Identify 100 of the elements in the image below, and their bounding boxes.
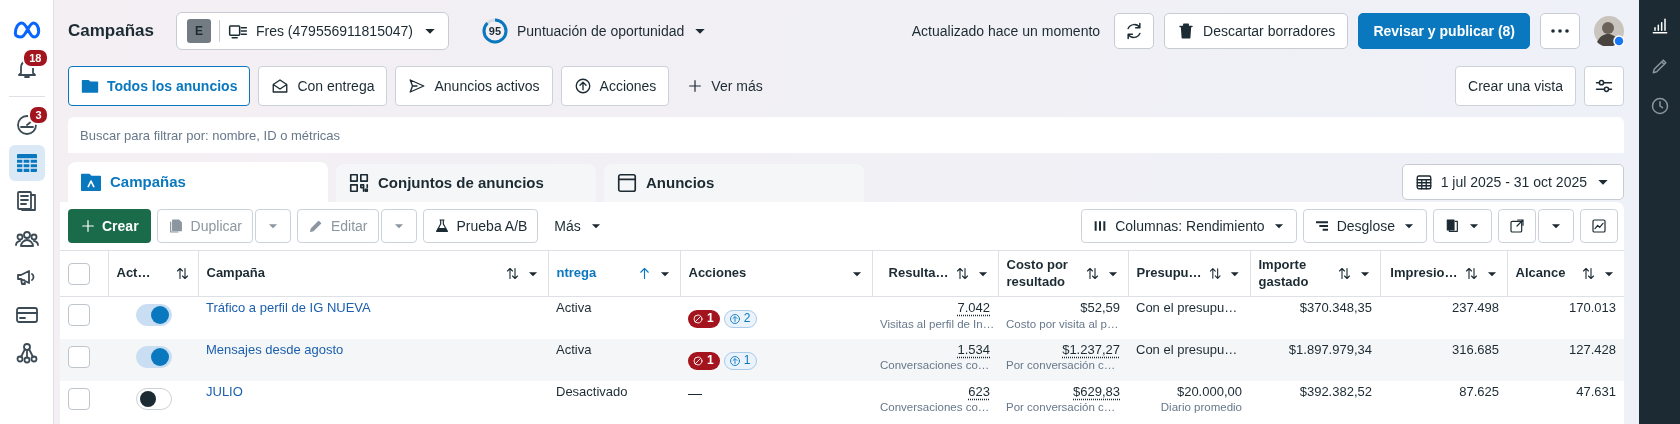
delivery-status: Activa [556,300,592,315]
sort-icon[interactable] [1580,266,1596,281]
breakdown-button[interactable]: Desglose [1302,209,1427,243]
breakdown-icon [1313,218,1330,234]
more-button[interactable] [1540,13,1580,49]
plus-icon [687,78,704,94]
metric-value: $629,83 [1072,383,1120,401]
error-badge[interactable]: 1 [688,351,720,370]
folder-icon [80,171,102,193]
level-tab[interactable]: Campañas [68,162,328,202]
line-chart-icon [1591,218,1607,234]
create-button[interactable]: Crear [68,209,151,243]
upload-icon [728,354,741,367]
grid-icon [348,172,370,194]
amount-spent: $1.897.979,34 [1287,341,1372,359]
charts-button[interactable] [1580,209,1618,243]
score-label[interactable]: Puntuación de oportunidad [517,20,685,42]
report-icon [1444,218,1460,234]
level-tab[interactable]: Anuncios [604,164,864,202]
metric-value: 623 [967,383,990,401]
select-all-checkbox[interactable] [68,262,90,285]
sort-icon[interactable] [1336,266,1352,281]
search-field[interactable]: Buscar para filtrar por: nombre, ID o métricas [68,117,1624,153]
columns-button[interactable]: Columnas: Rendimiento [1081,209,1297,243]
empty-value-text: — [688,383,702,402]
ab-test-button[interactable]: Prueba A/B [422,209,539,243]
row-checkbox[interactable] [68,304,90,326]
amount-spent: $370.348,35 [1298,300,1372,317]
column-title: Alcance [1515,265,1567,282]
envelope-icon [271,77,290,95]
recommendation-count: 2 [743,311,751,327]
settings-button[interactable] [1584,66,1624,106]
refresh-button[interactable] [1114,13,1155,49]
metric-label: Por conversación c… [1006,358,1117,374]
filter-button[interactable]: Acciones [560,66,670,106]
flask-icon [433,218,450,234]
error-count: 1 [707,311,714,327]
metric-value: $52,59 [1079,300,1120,317]
column-title: Costo por resultado [1006,257,1069,290]
campaign-link[interactable]: JULIO [206,383,243,399]
filter-button[interactable]: Todos los anuncios [68,66,251,106]
more-icon [1551,29,1569,33]
sidebar-item[interactable] [8,145,45,181]
account-name: Fres (479556911815047) [256,21,414,41]
notification-badge: 18 [22,48,49,68]
row-checkbox[interactable] [68,387,90,410]
account-initial: E [187,19,211,43]
campaign-link[interactable]: Mensajes desde agosto [206,341,344,357]
reach-value: 170.013 [1568,300,1616,317]
metric-label: Conversaciones co… [880,400,990,416]
sort-icon[interactable] [174,266,190,281]
error-badge[interactable]: 1 [688,310,720,328]
column-title: Presupu… [1136,265,1202,282]
trash-icon [1177,22,1196,40]
budget-amount: $20.000,00 [1175,383,1242,401]
metric-value: $1.237,27 [1061,341,1120,359]
avatar[interactable] [1594,16,1624,46]
sort-icon[interactable] [1207,266,1222,281]
impressions-value: 87.625 [1458,383,1499,401]
see-more-button[interactable]: Ver más [677,75,773,97]
network-icon [14,341,39,365]
upload-icon [573,77,592,95]
discard-drafts-button[interactable]: Descartar borradores [1164,13,1349,49]
date-range-picker[interactable]: 1 jul 2025 - 31 oct 2025 [1401,164,1624,200]
publish-button[interactable]: Revisar y publicar (8) [1358,13,1530,49]
metric-label: Conversaciones co… [880,358,990,374]
update-status: Actualizado hace un momento [911,21,1101,41]
campaign-link[interactable]: Tráfico a perfil de IG NUEVA [206,300,371,315]
filter-button[interactable]: Con entrega [258,66,388,106]
impressions-value: 316.685 [1451,341,1499,359]
score-ring-icon [481,17,509,45]
toggle-switch[interactable] [136,387,172,410]
account-selector[interactable]: E Fres (479556911815047) [176,12,449,50]
export-icon [1509,218,1525,234]
documents-icon [14,189,39,213]
upload-icon [728,313,741,325]
table-icon [14,151,39,175]
export-button[interactable] [1498,209,1536,243]
reach-value: 127.428 [1568,341,1616,359]
folder-icon [81,77,99,95]
sort-icon[interactable] [1084,266,1100,281]
more-menu-button[interactable]: Más [544,215,613,237]
metric-value: 7.042 [956,300,990,317]
toggle-switch[interactable] [136,345,172,368]
level-tab[interactable]: Conjuntos de anuncios [336,164,596,202]
recommendation-badge[interactable]: 1 [723,351,758,370]
reach-value: 47.631 [1575,383,1616,401]
page-title: Campañas [68,20,154,43]
delivery-status: Desactivado [556,383,628,399]
row-checkbox[interactable] [68,345,90,368]
recommendation-badge[interactable]: 2 [723,310,758,328]
toggle-switch[interactable] [136,304,172,326]
create-view-button[interactable]: Crear una vista [1455,66,1576,106]
filter-button[interactable]: Anuncios activos [395,66,553,106]
sort-icon[interactable] [504,266,520,281]
metric-label: Costo por visita al p… [1006,316,1120,332]
error-count: 1 [707,352,714,369]
sort-icon[interactable] [1463,266,1479,281]
reports-button[interactable] [1433,209,1492,243]
sort-icon[interactable] [954,266,970,281]
